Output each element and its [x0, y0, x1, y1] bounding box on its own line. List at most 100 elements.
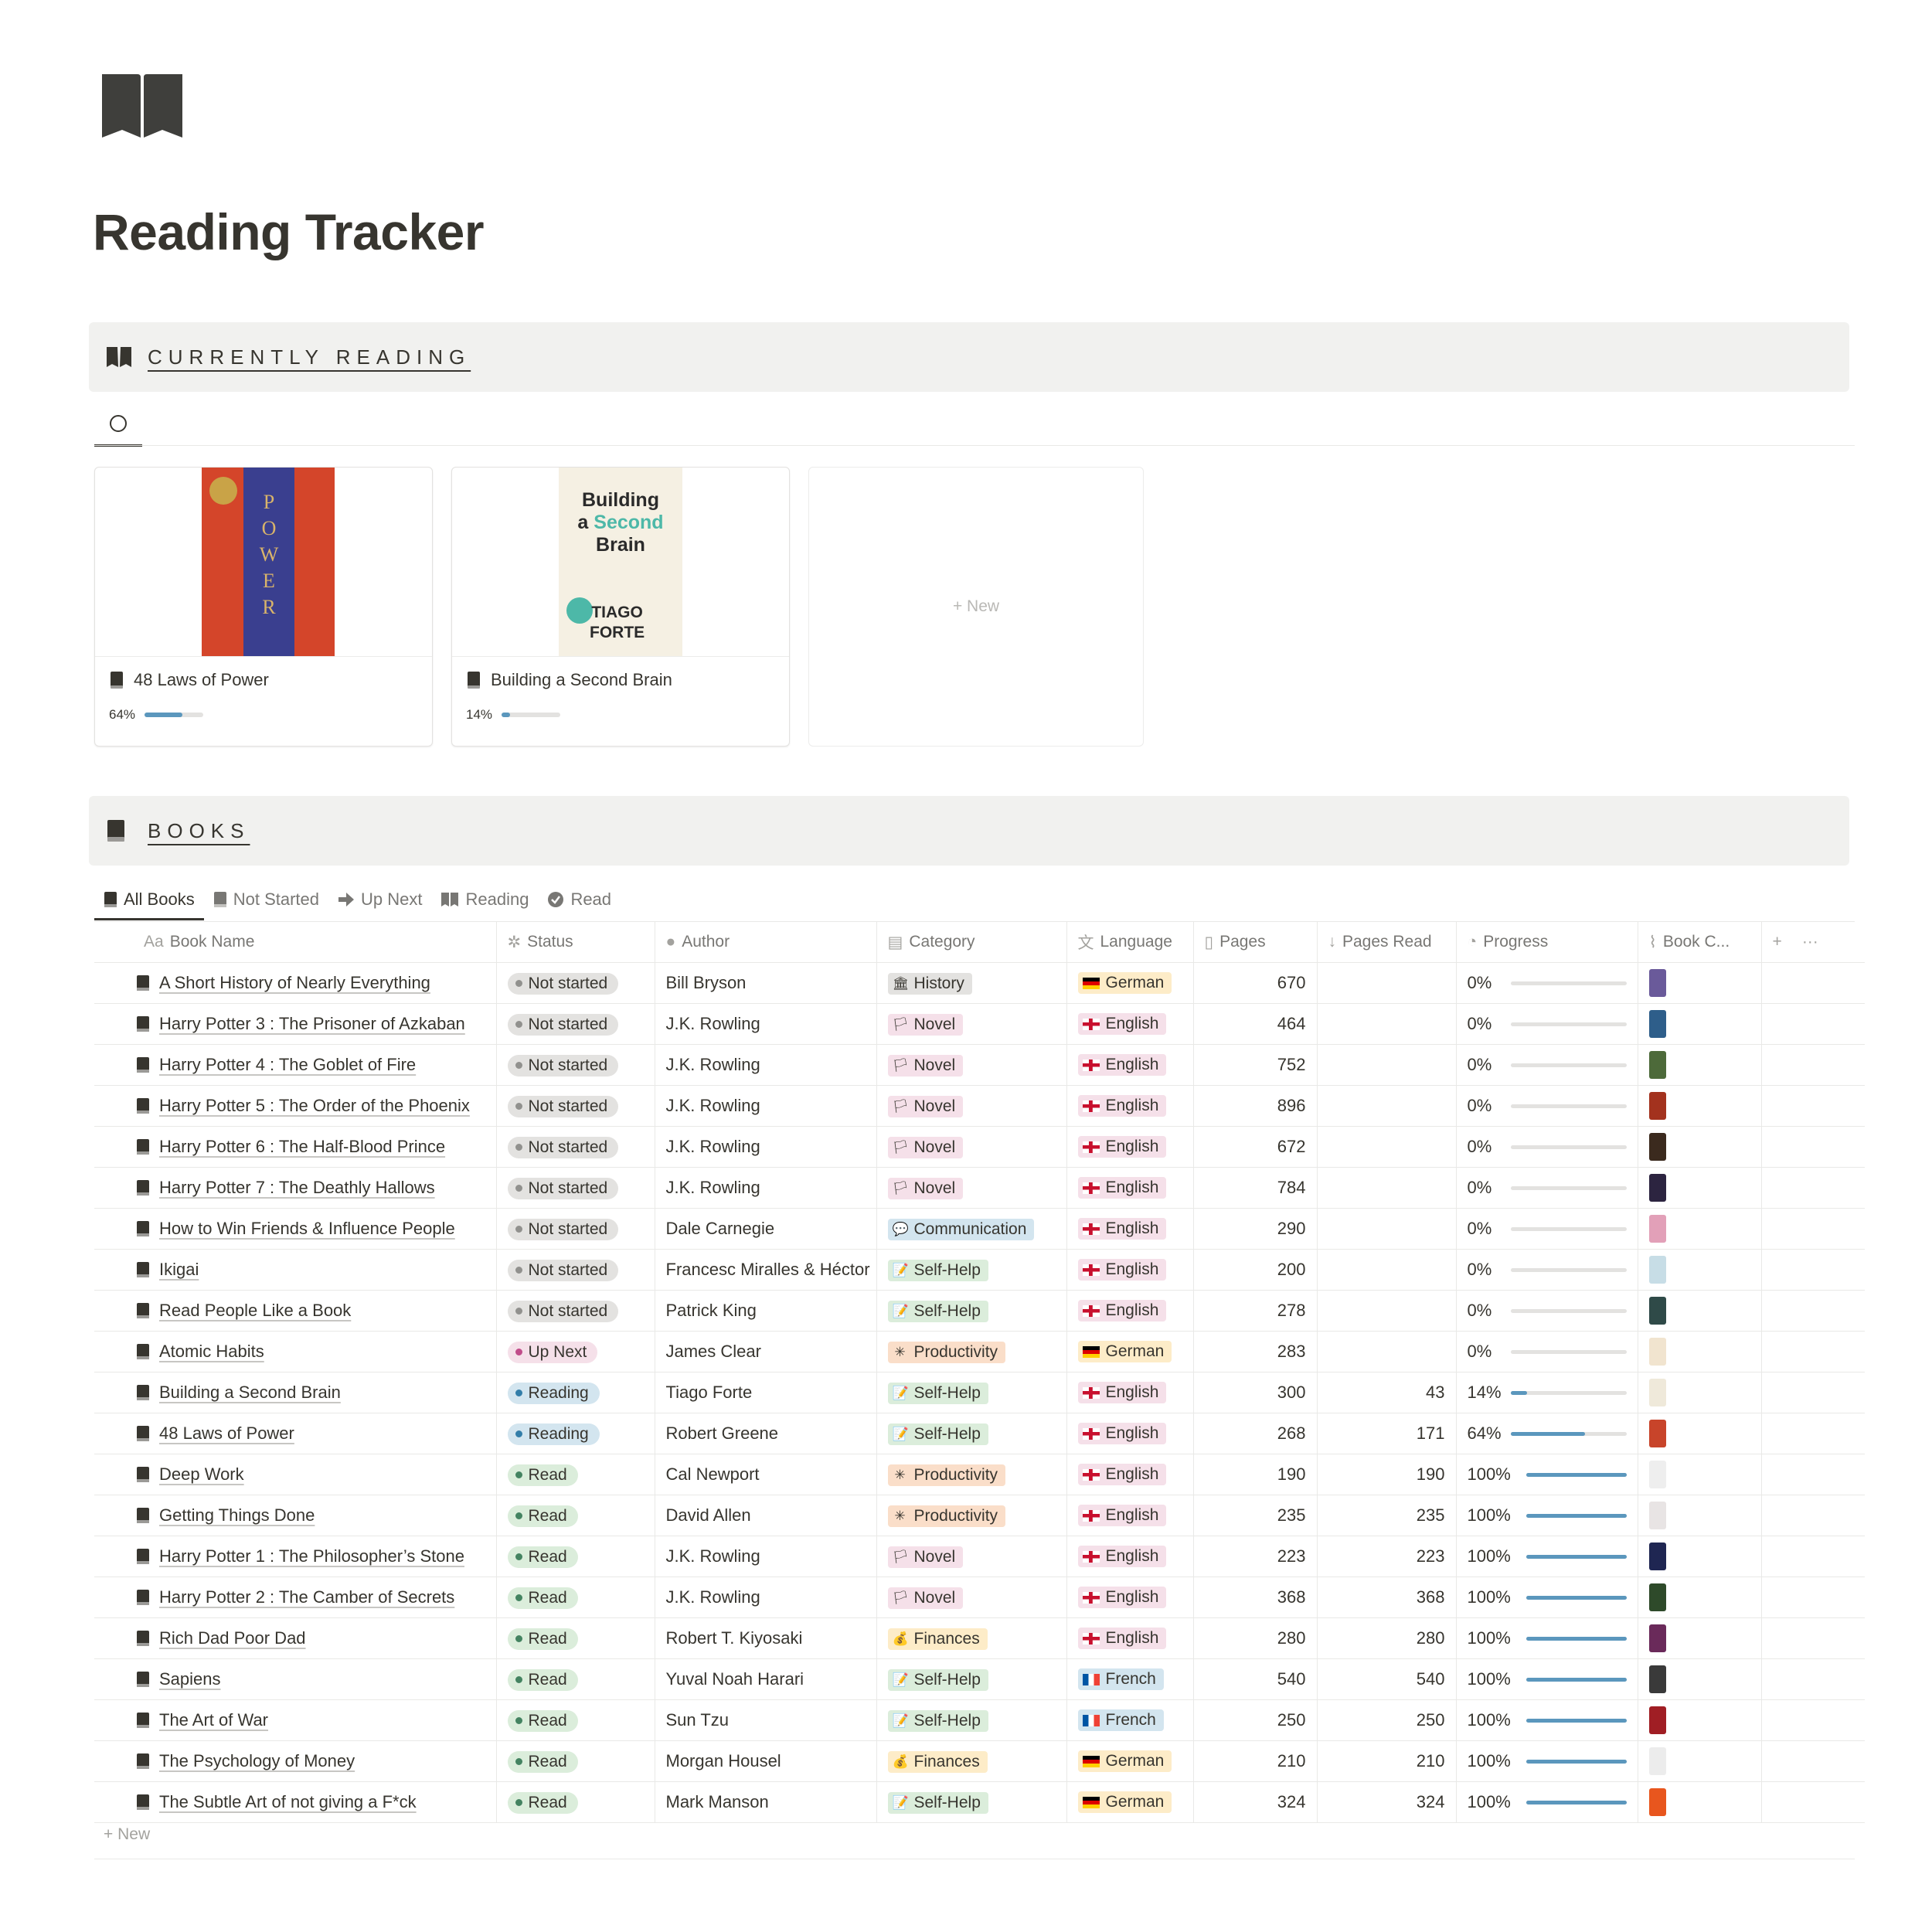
column-header-book-name[interactable]: Aa Book Name [94, 922, 496, 963]
tab-reading[interactable]: Reading [431, 881, 538, 918]
pages-cell[interactable]: 223 [1192, 1536, 1317, 1577]
book-name-cell[interactable]: Harry Potter 1 : The Philosopher’s Stone [94, 1536, 496, 1577]
pages-read-cell[interactable]: 235 [1316, 1495, 1456, 1536]
column-header-pages[interactable]: ▯ Pages [1192, 922, 1317, 963]
book-cover-cell[interactable] [1637, 1699, 1762, 1741]
pages-read-cell[interactable] [1316, 1331, 1456, 1372]
book-name[interactable]: Rich Dad Poor Dad [159, 1628, 306, 1648]
book-cover-cell[interactable] [1637, 1781, 1762, 1823]
language-cell[interactable]: English [1066, 1249, 1193, 1291]
book-name-cell[interactable]: The Psychology of Money [94, 1740, 496, 1782]
pages-cell[interactable]: 672 [1192, 1126, 1317, 1168]
language-cell[interactable]: German [1066, 1740, 1193, 1782]
category-cell[interactable]: 🏳 Novel [876, 1003, 1066, 1045]
book-cover-cell[interactable] [1637, 1167, 1762, 1209]
book-name[interactable]: Harry Potter 7 : The Deathly Hallows [159, 1178, 435, 1198]
language-cell[interactable]: English [1066, 1413, 1193, 1454]
status-cell[interactable]: Reading [495, 1372, 655, 1413]
book-name[interactable]: Harry Potter 5 : The Order of the Phoeni… [159, 1096, 470, 1116]
book-name[interactable]: How to Win Friends & Influence People [159, 1219, 455, 1239]
status-cell[interactable]: Up Next [495, 1331, 655, 1372]
book-cover-cell[interactable] [1637, 1658, 1762, 1700]
category-cell[interactable]: ✳ Productivity [876, 1331, 1066, 1372]
language-cell[interactable]: French [1066, 1658, 1193, 1700]
book-cover-cell[interactable] [1637, 1249, 1762, 1291]
language-cell[interactable]: German [1066, 962, 1193, 1004]
language-cell[interactable]: English [1066, 1536, 1193, 1577]
status-cell[interactable]: Read [495, 1740, 655, 1782]
pages-cell[interactable]: 752 [1192, 1044, 1317, 1086]
book-name-cell[interactable]: Deep Work [94, 1454, 496, 1495]
book-cover-cell[interactable] [1637, 1208, 1762, 1250]
category-cell[interactable]: 📝 Self-Help [876, 1658, 1066, 1700]
more-options-icon[interactable]: ··· [1802, 933, 1818, 951]
book-cover-cell[interactable] [1637, 1454, 1762, 1495]
book-cover-cell[interactable] [1637, 1740, 1762, 1782]
status-cell[interactable]: Read [495, 1781, 655, 1823]
pages-read-cell[interactable]: 171 [1316, 1413, 1456, 1454]
table-row[interactable]: A Short History of Nearly Everything Not … [94, 962, 1866, 1004]
book-name[interactable]: Harry Potter 6 : The Half-Blood Prince [159, 1137, 445, 1157]
status-cell[interactable]: Not started [495, 1249, 655, 1291]
book-name-cell[interactable]: Harry Potter 5 : The Order of the Phoeni… [94, 1085, 496, 1127]
status-cell[interactable]: Not started [495, 1290, 655, 1332]
book-cover-cell[interactable] [1637, 1495, 1762, 1536]
language-cell[interactable]: English [1066, 1617, 1193, 1659]
pages-read-cell[interactable]: 223 [1316, 1536, 1456, 1577]
table-row[interactable]: The Art of War Read Sun Tzu 📝 Self-Help Frenc… [94, 1699, 1866, 1741]
table-row[interactable]: Harry Potter 7 : The Deathly Hallows Not … [94, 1167, 1866, 1209]
column-header-status[interactable]: ✲ Status [495, 922, 655, 963]
book-name-cell[interactable]: Read People Like a Book [94, 1290, 496, 1332]
pages-read-cell[interactable] [1316, 1290, 1456, 1332]
book-cover-cell[interactable] [1637, 1372, 1762, 1413]
language-cell[interactable]: English [1066, 1126, 1193, 1168]
author-cell[interactable]: J.K. Rowling [654, 1044, 876, 1086]
pages-read-cell[interactable]: 540 [1316, 1658, 1456, 1700]
book-cover-cell[interactable] [1637, 962, 1762, 1004]
book-name-cell[interactable]: Harry Potter 2 : The Camber of Secrets [94, 1577, 496, 1618]
pages-cell[interactable]: 200 [1192, 1249, 1317, 1291]
language-cell[interactable]: English [1066, 1003, 1193, 1045]
status-cell[interactable]: Not started [495, 1208, 655, 1250]
column-header-author[interactable]: ● Author [654, 922, 876, 963]
book-name-cell[interactable]: How to Win Friends & Influence People [94, 1208, 496, 1250]
pages-read-cell[interactable] [1316, 1085, 1456, 1127]
book-name[interactable]: Building a Second Brain [159, 1383, 341, 1403]
language-cell[interactable]: English [1066, 1085, 1193, 1127]
author-cell[interactable]: Bill Bryson [654, 962, 876, 1004]
author-cell[interactable]: Sun Tzu [654, 1699, 876, 1741]
table-row[interactable]: The Subtle Art of not giving a F*ck Read M… [94, 1781, 1866, 1823]
book-name[interactable]: Harry Potter 4 : The Goblet of Fire [159, 1055, 416, 1075]
author-cell[interactable]: J.K. Rowling [654, 1577, 876, 1618]
pages-cell[interactable]: 290 [1192, 1208, 1317, 1250]
pages-cell[interactable]: 464 [1192, 1003, 1317, 1045]
author-cell[interactable]: Francesc Miralles & Héctor [654, 1249, 876, 1291]
status-cell[interactable]: Read [495, 1617, 655, 1659]
status-cell[interactable]: Not started [495, 1085, 655, 1127]
pages-cell[interactable]: 784 [1192, 1167, 1317, 1209]
book-cover-cell[interactable] [1637, 1536, 1762, 1577]
category-cell[interactable]: ✳ Productivity [876, 1454, 1066, 1495]
book-name-cell[interactable]: Harry Potter 6 : The Half-Blood Prince [94, 1126, 496, 1168]
category-cell[interactable]: 🏳 Novel [876, 1085, 1066, 1127]
pages-cell[interactable]: 670 [1192, 962, 1317, 1004]
book-name-cell[interactable]: Harry Potter 7 : The Deathly Hallows [94, 1167, 496, 1209]
book-name[interactable]: 48 Laws of Power [159, 1423, 294, 1444]
book-name-cell[interactable]: Harry Potter 3 : The Prisoner of Azkaban [94, 1003, 496, 1045]
table-row[interactable]: Building a Second Brain Reading Tiago Fort… [94, 1372, 1866, 1413]
table-row[interactable]: 48 Laws of Power Reading Robert Greene 📝 Sel… [94, 1413, 1866, 1454]
language-cell[interactable]: English [1066, 1454, 1193, 1495]
book-name[interactable]: Deep Work [159, 1464, 244, 1485]
book-name-cell[interactable]: A Short History of Nearly Everything [94, 962, 496, 1004]
pages-cell[interactable]: 210 [1192, 1740, 1317, 1782]
table-row[interactable]: Harry Potter 2 : The Camber of Secrets Re… [94, 1577, 1866, 1618]
category-cell[interactable]: 📝 Self-Help [876, 1249, 1066, 1291]
tab-all-books[interactable]: All Books [94, 881, 204, 920]
category-cell[interactable]: 🏳 Novel [876, 1167, 1066, 1209]
status-cell[interactable]: Not started [495, 1126, 655, 1168]
pages-read-cell[interactable]: 250 [1316, 1699, 1456, 1741]
book-name[interactable]: The Art of War [159, 1710, 268, 1730]
book-name-cell[interactable]: Rich Dad Poor Dad [94, 1617, 496, 1659]
table-row[interactable]: Ikigai Not started Francesc Miralles & Héc… [94, 1249, 1866, 1291]
book-name[interactable]: Harry Potter 3 : The Prisoner of Azkaban [159, 1014, 465, 1034]
